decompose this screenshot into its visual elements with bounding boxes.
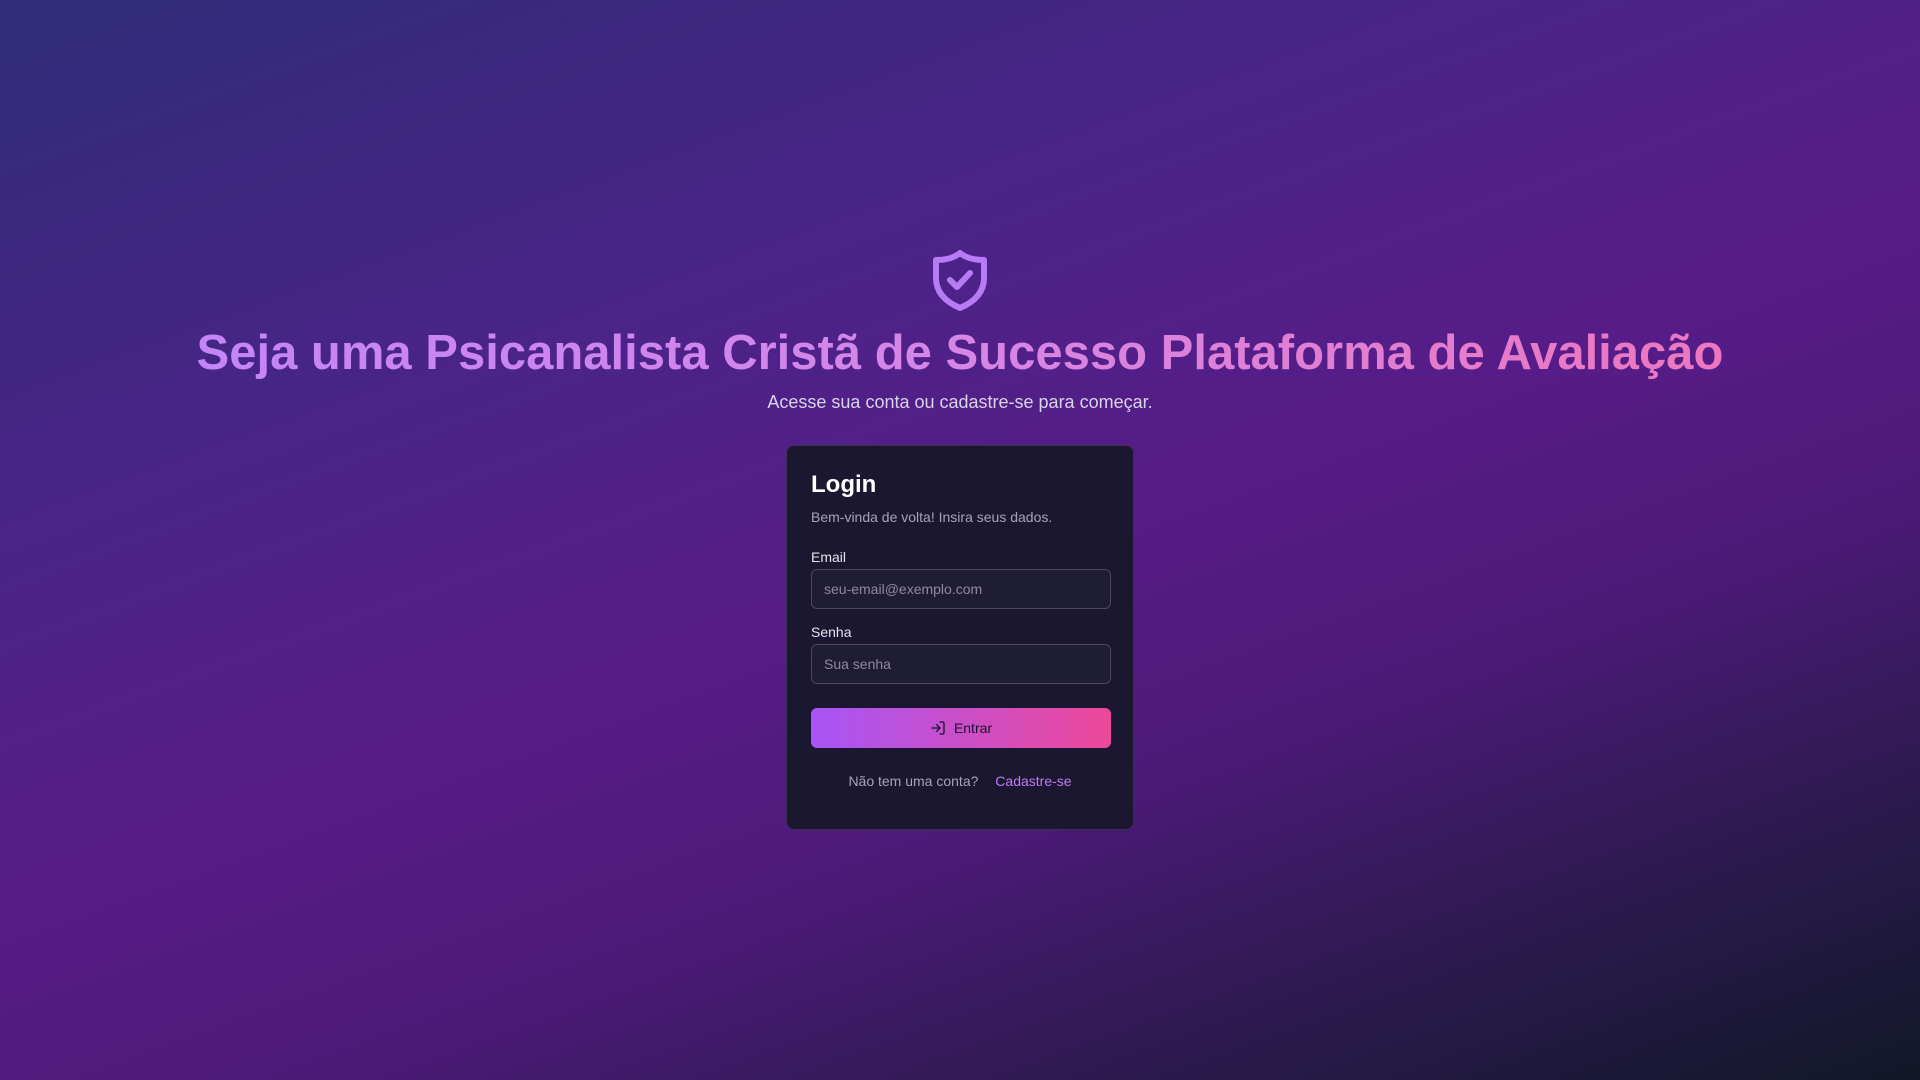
- page-title: Seja uma Psicanalista Cristã de Sucesso …: [0, 323, 1920, 383]
- hero-header: Seja uma Psicanalista Cristã de Sucesso …: [0, 248, 1920, 413]
- shield-check-icon: [930, 248, 990, 312]
- signup-row: Não tem uma conta? Cadastre-se: [811, 772, 1109, 790]
- signup-prompt: Não tem uma conta?: [848, 773, 979, 789]
- login-button-label: Entrar: [953, 720, 993, 736]
- page-subtitle: Acesse sua conta ou cadastre-se para com…: [767, 392, 1153, 412]
- log-in-icon: [930, 720, 946, 736]
- signup-link[interactable]: Cadastre-se: [995, 773, 1071, 789]
- login-title: Login: [811, 471, 877, 498]
- email-label: Email: [811, 549, 847, 565]
- login-button[interactable]: Entrar: [811, 708, 1111, 748]
- password-label: Senha: [811, 624, 852, 640]
- login-card: Login Bem-vinda de volta! Insira seus da…: [786, 445, 1134, 830]
- password-field[interactable]: [811, 644, 1111, 684]
- email-field[interactable]: [811, 569, 1111, 609]
- login-description: Bem-vinda de volta! Insira seus dados.: [811, 509, 1053, 525]
